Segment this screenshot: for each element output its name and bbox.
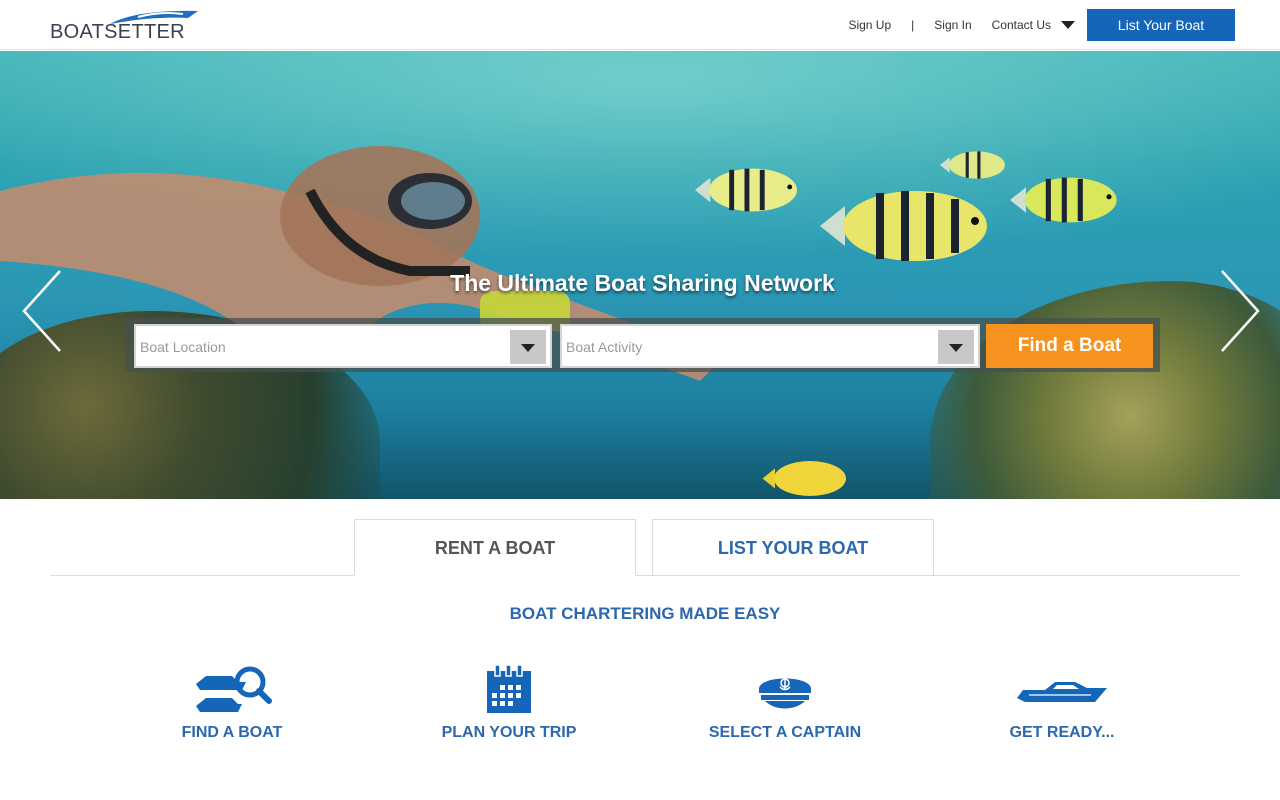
fish-icon	[1010, 177, 1117, 223]
feature-select-a-captain: SELECT A CAPTAIN	[665, 662, 905, 742]
boat-location-select[interactable]: Boat Location	[134, 324, 552, 368]
boat-search-icon	[196, 666, 272, 712]
feature-label: FIND A BOAT	[181, 724, 283, 741]
speedboat-icon	[1017, 682, 1107, 702]
feature-label: PLAN YOUR TRIP	[441, 724, 577, 741]
tabs-divider	[50, 575, 1240, 576]
fish-icon	[820, 191, 987, 261]
boat-activity-placeholder: Boat Activity	[566, 339, 643, 355]
chevron-down-icon[interactable]	[510, 330, 546, 364]
fish-icon	[695, 168, 798, 212]
boat-search-bar: Boat Location Boat Activity Find a Boat	[125, 318, 1160, 372]
contact-us-dropdown[interactable]: Contact Us	[982, 18, 1085, 32]
chevron-down-icon[interactable]	[938, 330, 974, 364]
feature-get-ready: GET READY...	[942, 662, 1182, 742]
tab-list-your-boat[interactable]: LIST YOUR BOAT	[652, 519, 934, 576]
fish-icon	[940, 151, 1005, 179]
feature-label: SELECT A CAPTAIN	[708, 724, 862, 741]
feature-find-a-boat: FIND A BOAT	[112, 662, 352, 742]
find-a-boat-button[interactable]: Find a Boat	[986, 324, 1153, 368]
tab-rent-a-boat[interactable]: RENT A BOAT	[354, 519, 636, 576]
logo-text: BOATSETTER	[50, 21, 185, 43]
top-nav: Sign Up | Sign In Contact Us List Your B…	[838, 9, 1235, 41]
captain-hat-icon	[759, 678, 811, 709]
fish-icon	[762, 461, 846, 496]
feature-label: GET READY...	[1009, 724, 1115, 741]
section-title: BOAT CHARTERING MADE EASY	[509, 604, 781, 623]
site-header: BOATSETTER Sign Up | Sign In Contact Us …	[0, 0, 1280, 50]
sign-in-link[interactable]: Sign In	[924, 18, 981, 32]
boatsetter-logo[interactable]: BOATSETTER	[50, 8, 202, 44]
contact-us-label: Contact Us	[991, 18, 1051, 32]
boat-activity-select[interactable]: Boat Activity	[560, 324, 980, 368]
nav-separator: |	[911, 18, 915, 32]
boat-location-placeholder: Boat Location	[140, 339, 226, 355]
calendar-icon	[487, 665, 531, 713]
sign-up-link[interactable]: Sign Up	[838, 18, 901, 32]
list-your-boat-button[interactable]: List Your Boat	[1087, 9, 1235, 41]
hero-tagline: The Ultimate Boat Sharing Network	[450, 270, 835, 296]
chevron-down-icon	[1061, 21, 1075, 29]
feature-plan-your-trip: PLAN YOUR TRIP	[389, 662, 629, 742]
